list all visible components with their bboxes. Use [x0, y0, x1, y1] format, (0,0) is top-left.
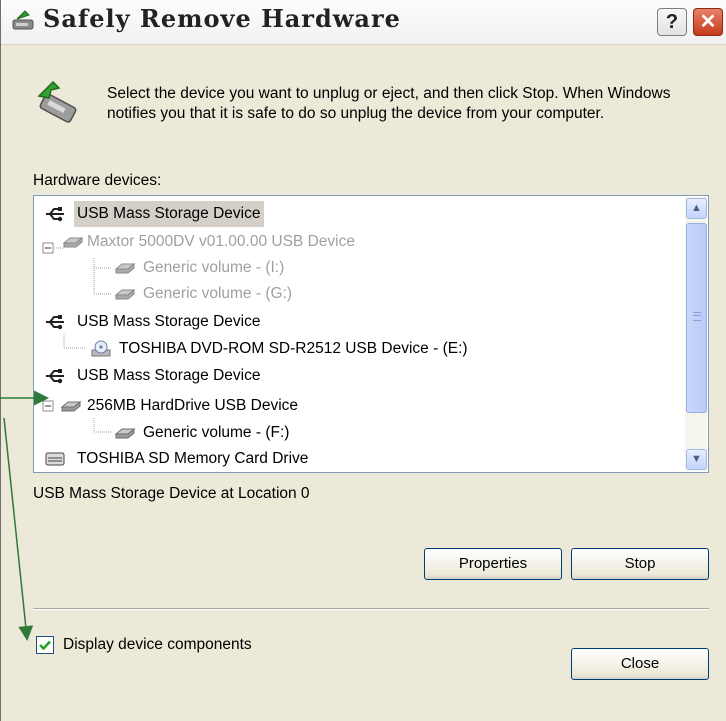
separator [33, 608, 709, 610]
tree-item-label: Generic volume - (I:) [143, 259, 285, 276]
close-button[interactable]: Close [571, 648, 709, 680]
tree-item-usb-mass-storage-2[interactable]: USB Mass Storage Device [34, 309, 684, 335]
disk-drive-icon [114, 288, 136, 300]
disk-drive-icon [114, 262, 136, 274]
scroll-up-button[interactable]: ▲ [686, 198, 707, 219]
disk-drive-icon [114, 427, 136, 439]
hardware-eject-icon [12, 10, 34, 30]
close-window-button[interactable]: ✕ [693, 8, 723, 36]
tree-item-usb-mass-storage-3[interactable]: USB Mass Storage Device [34, 363, 684, 389]
hardware-devices-tree[interactable]: USB Mass Storage Device Maxtor 5000DV v0… [33, 195, 709, 473]
selected-device-location: USB Mass Storage Device at Location 0 [33, 485, 310, 502]
tree-item-toshiba-sd-card[interactable]: TOSHIBA SD Memory Card Drive [34, 446, 684, 472]
usb-plug-icon [46, 207, 64, 222]
tree-item-label: TOSHIBA SD Memory Card Drive [77, 450, 309, 467]
safely-remove-hardware-dialog: Safely Remove Hardware ? ✕ Select the de… [0, 0, 726, 721]
scrollbar-thumb[interactable] [686, 223, 707, 413]
title-bar[interactable]: Safely Remove Hardware ? ✕ [1, 0, 726, 45]
cd-drive-icon [91, 340, 111, 357]
vertical-scrollbar[interactable]: ▲ ▼ [685, 197, 707, 471]
tree-item-label: USB Mass Storage Device [77, 313, 261, 330]
window-title: Safely Remove Hardware [43, 4, 401, 33]
display-components-checkbox[interactable] [36, 636, 54, 654]
hardware-devices-label: Hardware devices: [33, 172, 162, 189]
tree-item-usb-mass-storage-1[interactable]: USB Mass Storage Device [34, 201, 684, 227]
help-button[interactable]: ? [657, 8, 687, 36]
instructions-text: Select the device you want to unplug or … [107, 85, 671, 122]
tree-item-label: Generic volume - (F:) [143, 424, 290, 441]
usb-plug-icon [46, 315, 64, 330]
tree-item-label: Maxtor 5000DV v01.00.00 USB Device [87, 233, 355, 250]
checkmark-icon [39, 640, 51, 651]
tree-item-generic-volume-i[interactable]: Generic volume - (I:) [34, 255, 684, 281]
stop-button[interactable]: Stop [571, 548, 709, 580]
tree-item-label: 256MB HardDrive USB Device [87, 397, 299, 414]
tree-item-label: Generic volume - (G:) [143, 285, 293, 302]
grip-icon [693, 312, 701, 321]
usb-plug-icon [46, 369, 64, 384]
tree-item-generic-volume-f[interactable]: Generic volume - (F:) [34, 420, 684, 446]
display-components-label[interactable]: Display device components [63, 636, 252, 654]
tree-item-label: USB Mass Storage Device [74, 201, 264, 227]
safely-remove-hardware-icon [37, 80, 77, 123]
tree-item-256mb-harddrive[interactable]: 256MB HardDrive USB Device [34, 393, 684, 419]
tree-item-label: TOSHIBA DVD-ROM SD-R2512 USB Device - (E… [119, 340, 468, 357]
tree-item-toshiba-dvd-rom[interactable]: TOSHIBA DVD-ROM SD-R2512 USB Device - (E… [34, 336, 684, 362]
tree-item-generic-volume-g[interactable]: Generic volume - (G:) [34, 281, 684, 307]
tree-item-label: USB Mass Storage Device [77, 367, 261, 384]
tree-item-maxtor[interactable]: Maxtor 5000DV v01.00.00 USB Device [34, 229, 684, 255]
properties-button[interactable]: Properties [424, 548, 562, 580]
card-reader-icon [45, 452, 65, 466]
scroll-down-button[interactable]: ▼ [686, 449, 707, 470]
disk-drive-icon [62, 236, 84, 248]
disk-drive-icon [60, 400, 82, 412]
